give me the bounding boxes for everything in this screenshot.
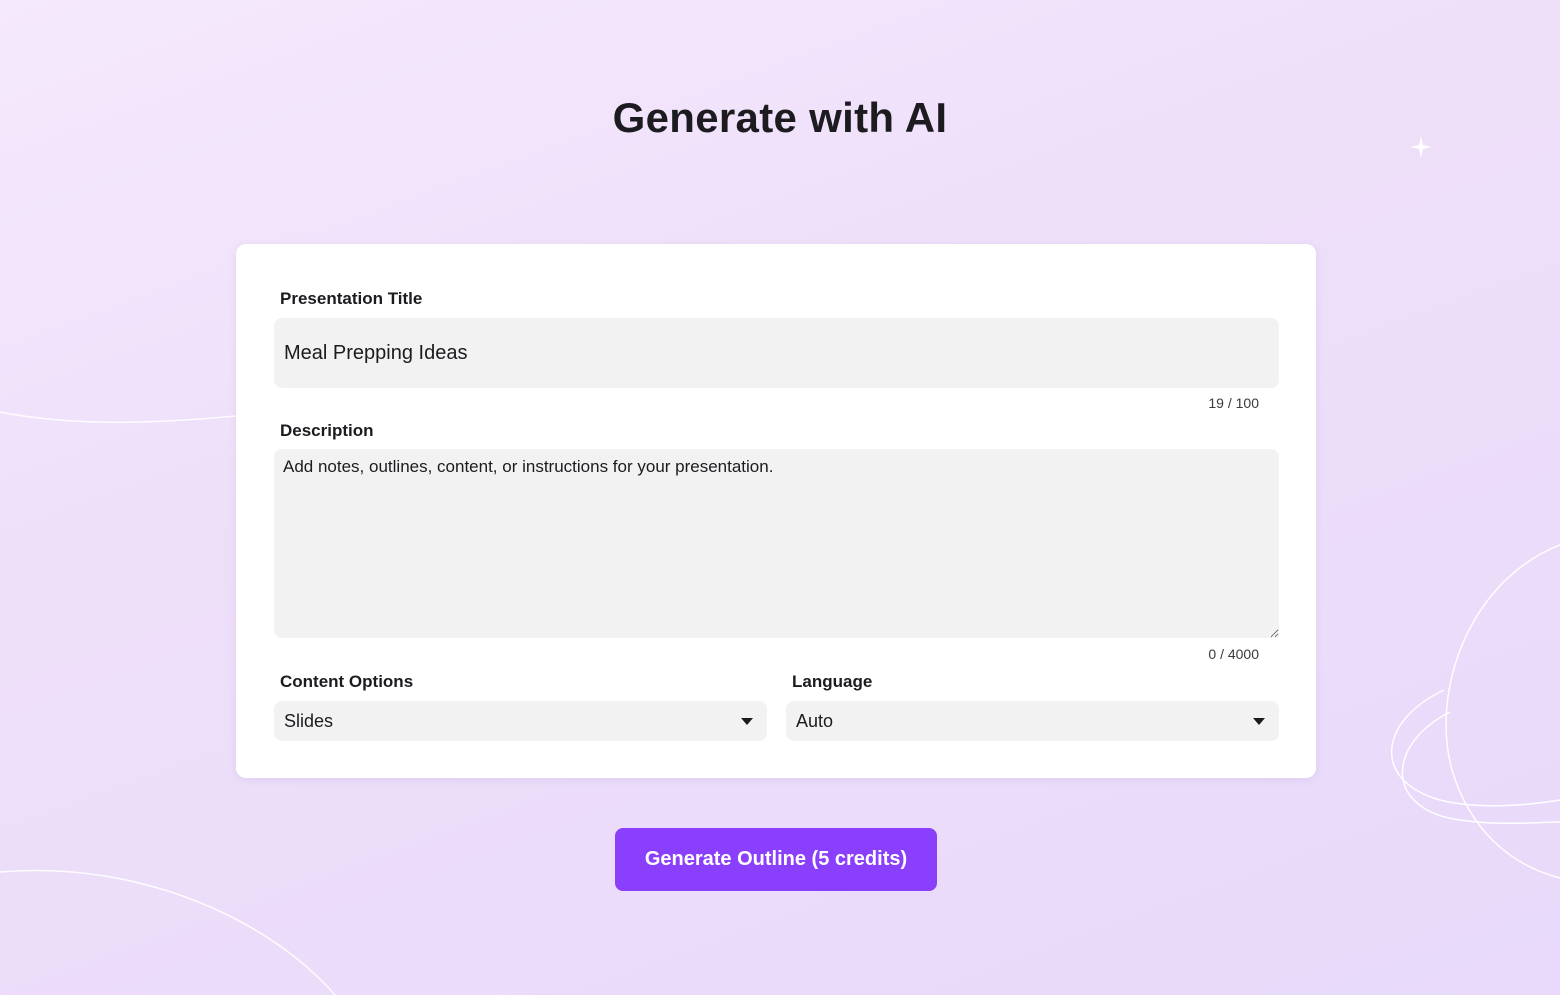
language-select[interactable]: Auto	[786, 701, 1279, 741]
content-options-select[interactable]: Slides	[274, 701, 767, 741]
presentation-title-label: Presentation Title	[280, 289, 423, 308]
chevron-down-icon	[1253, 717, 1265, 725]
page-title: Generate with AI	[612, 94, 948, 141]
language-value: Auto	[796, 710, 834, 731]
chevron-down-icon	[741, 717, 753, 725]
generate-outline-button[interactable]: Generate Outline (5 credits)	[615, 828, 937, 891]
presentation-title-input[interactable]	[274, 318, 1279, 388]
content-options-label: Content Options	[280, 672, 414, 691]
language-label: Language	[792, 672, 873, 691]
description-char-counter: 0 / 4000	[1208, 646, 1259, 662]
description-textarea[interactable]	[274, 449, 1279, 638]
description-label: Description	[280, 421, 374, 440]
content-options-value: Slides	[284, 710, 334, 731]
generate-form-card: Presentation Title 19 / 100 Description …	[236, 244, 1316, 778]
title-char-counter: 19 / 100	[1208, 395, 1259, 411]
